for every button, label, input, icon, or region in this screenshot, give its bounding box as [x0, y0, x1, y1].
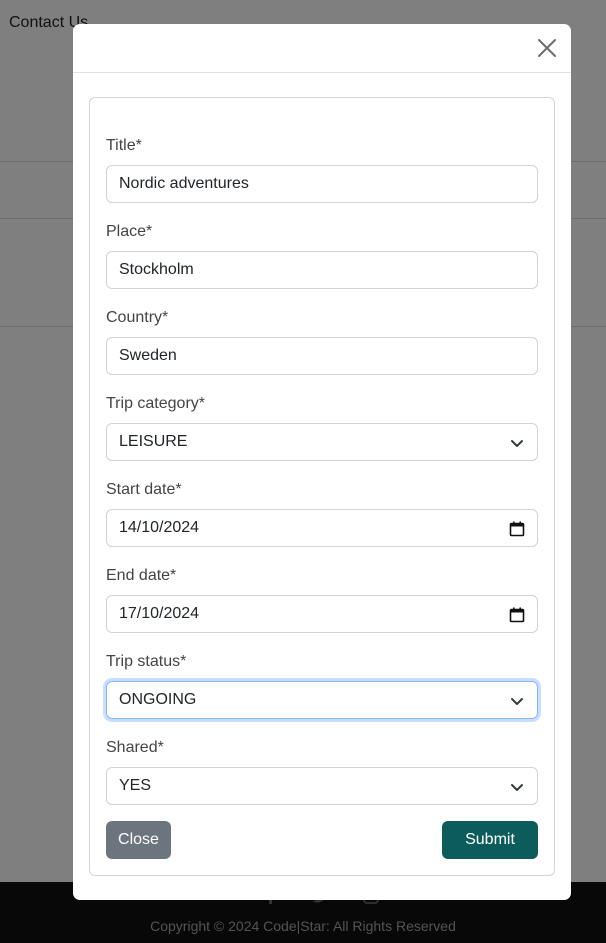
trip-category-label: Trip category*: [106, 395, 205, 412]
country-input[interactable]: Sweden: [106, 337, 538, 375]
title-label: Title*: [106, 137, 142, 154]
end-date-label: End date*: [106, 567, 177, 584]
place-input[interactable]: Stockholm: [106, 251, 538, 289]
place-field-group: Place* Stockholm: [106, 222, 538, 289]
chevron-down-icon: [511, 698, 523, 705]
shared-select-value: YES: [119, 777, 152, 794]
trip-status-label: Trip status*: [106, 653, 187, 670]
chevron-down-icon: [511, 440, 523, 447]
end-date-input-value: 17/10/2024: [119, 605, 200, 622]
country-field-group: Country* Sweden: [106, 308, 538, 375]
trip-category-select[interactable]: LEISURE: [106, 423, 538, 461]
chevron-down-icon: [511, 784, 523, 791]
shared-select[interactable]: YES: [106, 767, 538, 805]
shared-field-group: Shared* YES: [106, 738, 538, 805]
trip-status-select-value: ONGOING: [119, 691, 197, 708]
trip-category-field-group: Trip category* LEISURE: [106, 394, 538, 461]
place-input-value: Stockholm: [119, 261, 194, 278]
end-date-input[interactable]: 17/10/2024: [106, 595, 538, 633]
trip-status-field-group: Trip status* ONGOING: [106, 652, 538, 719]
place-label: Place*: [106, 223, 153, 240]
country-input-value: Sweden: [119, 347, 177, 364]
country-label: Country*: [106, 309, 169, 326]
submit-button[interactable]: Submit: [442, 821, 538, 859]
close-icon[interactable]: [537, 38, 557, 58]
calendar-icon[interactable]: [509, 607, 525, 623]
start-date-label: Start date*: [106, 481, 182, 498]
start-date-field-group: Start date* 14/10/2024: [106, 480, 538, 547]
edit-trip-modal: Title* Nordic adventures Place* Stockhol…: [73, 24, 571, 900]
calendar-icon[interactable]: [509, 521, 525, 537]
trip-status-select[interactable]: ONGOING: [106, 681, 538, 719]
end-date-field-group: End date* 17/10/2024: [106, 566, 538, 633]
start-date-input-value: 14/10/2024: [119, 519, 200, 536]
start-date-input[interactable]: 14/10/2024: [106, 509, 538, 547]
title-input[interactable]: Nordic adventures: [106, 165, 538, 203]
shared-label: Shared*: [106, 739, 164, 756]
title-field-group: Title* Nordic adventures: [106, 136, 538, 203]
trip-form: Title* Nordic adventures Place* Stockhol…: [89, 97, 555, 876]
modal-header: [73, 24, 571, 73]
trip-category-select-value: LEISURE: [119, 433, 188, 450]
title-input-value: Nordic adventures: [119, 175, 249, 192]
close-button[interactable]: Close: [106, 821, 171, 859]
